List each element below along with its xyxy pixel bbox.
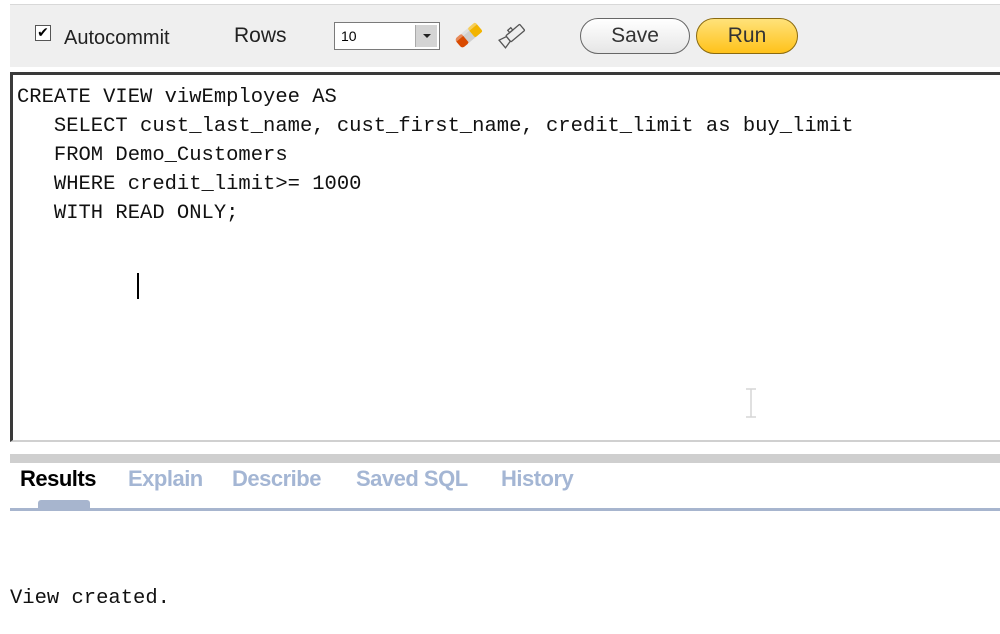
run-button[interactable]: Run: [696, 18, 798, 54]
tab-explain[interactable]: Explain: [128, 466, 203, 492]
tab-divider: [10, 508, 1000, 511]
text-caret: [137, 273, 139, 299]
results-tabs: Results Explain Describe Saved SQL Histo…: [10, 463, 1000, 513]
chevron-down-icon[interactable]: [415, 25, 437, 47]
result-message: View created.: [10, 587, 170, 610]
tab-saved-sql[interactable]: Saved SQL: [356, 466, 468, 492]
tab-results[interactable]: Results: [20, 466, 96, 492]
pane-splitter[interactable]: [10, 454, 1000, 463]
sql-editor[interactable]: CREATE VIEW viwEmployee AS SELECT cust_l…: [10, 72, 1000, 442]
tab-history[interactable]: History: [501, 466, 574, 492]
flashlight-icon[interactable]: [495, 19, 531, 51]
autocommit-checkbox[interactable]: ✔: [35, 25, 51, 41]
save-button[interactable]: Save: [580, 18, 690, 54]
rows-label: Rows: [234, 24, 287, 47]
ibeam-cursor-icon: [746, 388, 756, 418]
rows-select-value: 10: [341, 28, 357, 44]
autocommit-label: Autocommit: [64, 27, 170, 49]
active-tab-indicator: [38, 500, 90, 508]
checkmark-icon: ✔: [37, 25, 49, 41]
tab-describe[interactable]: Describe: [232, 466, 321, 492]
rows-select[interactable]: 10: [334, 22, 440, 50]
sql-toolbar: ✔ Autocommit Rows 10 Save Run: [10, 4, 1000, 67]
eraser-icon[interactable]: [451, 19, 487, 51]
sql-text[interactable]: CREATE VIEW viwEmployee AS SELECT cust_l…: [17, 83, 854, 228]
